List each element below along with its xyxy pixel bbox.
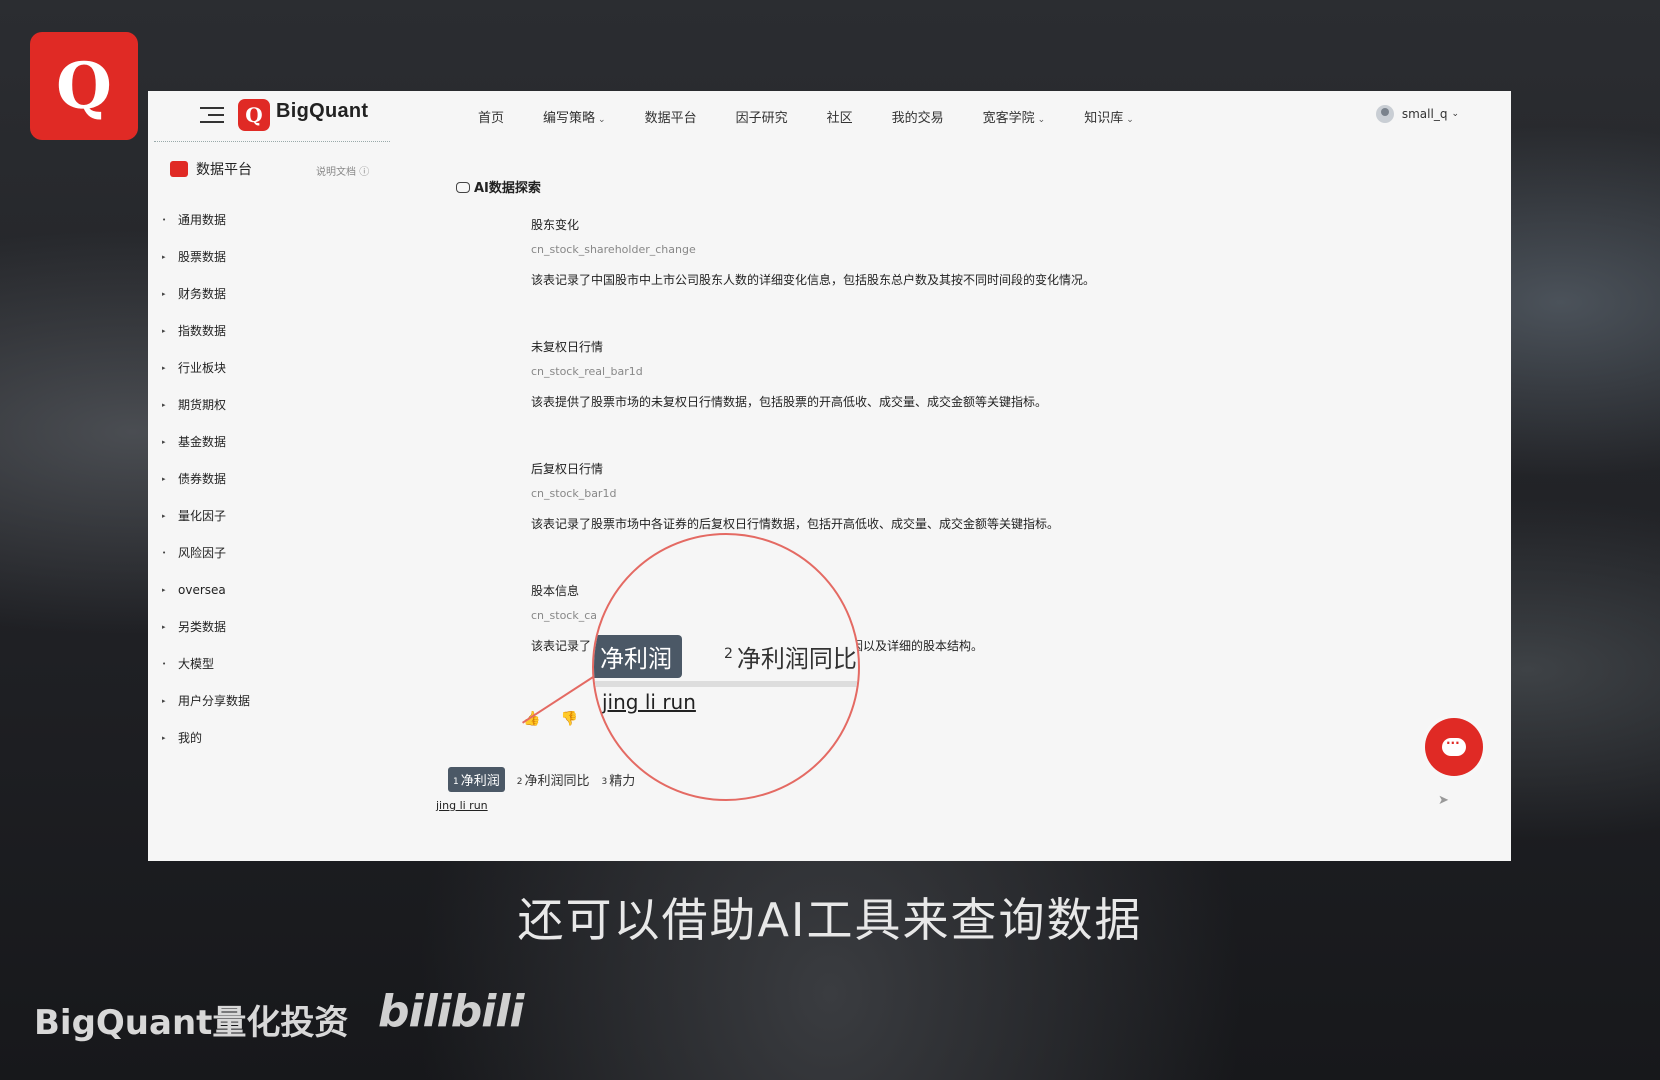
send-icon[interactable]: ➤ (1438, 793, 1449, 808)
entry-title: 后复权日行情 (531, 462, 604, 476)
expand-icon: • (162, 659, 167, 668)
chat-icon (1442, 736, 1466, 756)
expand-icon: • (162, 548, 167, 557)
zoom-divider (594, 681, 858, 687)
result-item[interactable]: 后复权日行情 cn_stock_bar1d 该表记录了股票市场中各证券的后复权日行情… (531, 460, 1095, 582)
nav-item[interactable]: 知识库 ⌄ (1084, 107, 1134, 127)
nav-item[interactable]: 宽客学院 ⌄ (983, 107, 1046, 127)
zoom-pinyin: jing li run (602, 690, 696, 714)
expand-icon: ▸ (162, 252, 166, 261)
chat-button[interactable] (1425, 718, 1483, 776)
sidebar-item[interactable]: ▸ 期货期权 (162, 386, 250, 423)
avatar (1375, 105, 1394, 123)
help-icon: ⓘ (359, 167, 370, 178)
brand-logo-icon[interactable]: Q (238, 99, 270, 131)
user-menu[interactable]: small_q ⌄ (1375, 105, 1459, 123)
menu-toggle-icon[interactable] (200, 105, 224, 125)
sidebar-item[interactable]: ▸ 用户分享数据 (162, 682, 250, 719)
chevron-down-icon: ⌄ (1037, 115, 1046, 125)
sidebar-item[interactable]: ▸ 债券数据 (162, 460, 250, 497)
thumbs-down-icon[interactable]: 👎 (560, 711, 577, 727)
expand-icon: • (162, 215, 167, 224)
entry-code: cn_stock_bar1d (531, 487, 617, 500)
expand-icon: ▸ (162, 511, 166, 520)
expand-icon: ▸ (162, 474, 166, 483)
sidebar-item[interactable]: ▸ 基金数据 (162, 423, 250, 460)
zoom-candidate-2: 2 净利润同比 (724, 645, 857, 673)
nav-item[interactable]: 我的交易 (892, 107, 944, 127)
doc-link[interactable]: 说明文档 ⓘ (316, 163, 369, 178)
channel-logo: Q (30, 32, 138, 140)
expand-icon: ▸ (162, 400, 166, 409)
bilibili-logo: bilibili (378, 986, 524, 1037)
nav-item[interactable]: 编写策略 ⌄ (543, 107, 606, 127)
expand-icon: ▸ (162, 585, 166, 594)
page-title: AI数据探索 (456, 177, 541, 196)
nav-item[interactable]: 社区 (827, 107, 853, 127)
sidebar-item[interactable]: ▸ 财务数据 (162, 275, 250, 312)
expand-icon: ▸ (162, 622, 166, 631)
entry-code: cn_stock_shareholder_change (531, 243, 696, 256)
ime-candidate-2[interactable]: 2 净利润同比 (517, 770, 590, 789)
video-subtitle: 还可以借助AI工具来查询数据 (517, 893, 1143, 947)
expand-icon: ▸ (162, 289, 166, 298)
entry-desc: 该表提供了股票市场的未复权日行情数据，包括股票的开高低收、成交量、成交金额等关键… (531, 395, 1048, 409)
robot-icon (456, 182, 470, 193)
sidebar-item[interactable]: ▸ oversea (162, 571, 250, 608)
sidebar-list: • 通用数据 ▸ 股票数据 ▸ 财务数据 ▸ 指数数据 ▸ 行业板块 ▸ 期货期权 ▸ 基金数据 ▸ 债券数据… (162, 201, 250, 756)
expand-icon: ▸ (162, 733, 166, 742)
sidebar-item[interactable]: • 通用数据 (162, 201, 250, 238)
chevron-down-icon: ⌄ (598, 115, 606, 125)
entry-desc: 该表记录了股票市场中各证券的后复权日行情数据，包括开高低收、成交量、成交金额等关… (531, 517, 1060, 531)
top-navbar: Q BigQuant 首页 编写策略 ⌄ 数据平台 因子研究 社区 我的交易 宽客学院 ⌄ 知识库… (148, 91, 1511, 141)
sidebar-item[interactable]: ▸ 量化因子 (162, 497, 250, 534)
sidebar-item[interactable]: ▸ 另类数据 (162, 608, 250, 645)
nav-item[interactable]: 因子研究 (736, 107, 788, 127)
ime-candidate-1[interactable]: 1 净利润 (448, 766, 505, 792)
sidebar-item[interactable]: ▸ 股票数据 (162, 238, 250, 275)
sidebar-item[interactable]: • 大模型 (162, 645, 250, 682)
chevron-down-icon: ⌄ (1451, 109, 1459, 119)
zoom-candidate-1: 净利润 (594, 635, 682, 678)
entry-code: cn_stock_real_bar1d (531, 365, 643, 378)
watermark-text: BigQuant量化投资 (34, 1003, 349, 1043)
sidebar-item[interactable]: ▸ 行业板块 (162, 349, 250, 386)
expand-icon: ▸ (162, 437, 166, 446)
divider (154, 141, 390, 142)
main-nav: 首页 编写策略 ⌄ 数据平台 因子研究 社区 我的交易 宽客学院 ⌄ 知识库 ⌄ (478, 107, 1173, 127)
ime-pinyin: jing li run (436, 799, 488, 812)
ime-candidate-3[interactable]: 3 精力 (602, 770, 636, 789)
sidebar-item[interactable]: ▸ 指数数据 (162, 312, 250, 349)
user-name: small_q (1401, 107, 1448, 121)
result-item[interactable]: 未复权日行情 cn_stock_real_bar1d 该表提供了股票市场的未复权日行… (531, 338, 1095, 460)
expand-icon: ▸ (162, 696, 166, 705)
expand-icon: ▸ (162, 326, 166, 335)
sidebar-title: 数据平台 (170, 159, 252, 179)
entry-desc: 该表记录了中国股市中上市公司股东人数的详细变化信息，包括股东总户数及其按不同时间… (531, 273, 1096, 287)
chevron-down-icon: ⌄ (1126, 115, 1134, 125)
expand-icon: ▸ (162, 363, 166, 372)
nav-item[interactable]: 数据平台 (645, 107, 697, 127)
nav-item[interactable]: 首页 (478, 107, 504, 127)
zoom-magnifier: 净利润 2 净利润同比 jing li run (592, 533, 860, 801)
brand-name[interactable]: BigQuant (276, 100, 368, 123)
result-item[interactable]: 股东变化 cn_stock_shareholder_change 该表记录了中国股市… (531, 216, 1095, 338)
sidebar-item[interactable]: ▸ 我的 (162, 719, 250, 756)
sidebar-item[interactable]: • 风险因子 (162, 534, 250, 571)
entry-title: 股东变化 (531, 218, 580, 232)
entry-title: 未复权日行情 (531, 340, 604, 354)
data-platform-icon (170, 161, 188, 177)
